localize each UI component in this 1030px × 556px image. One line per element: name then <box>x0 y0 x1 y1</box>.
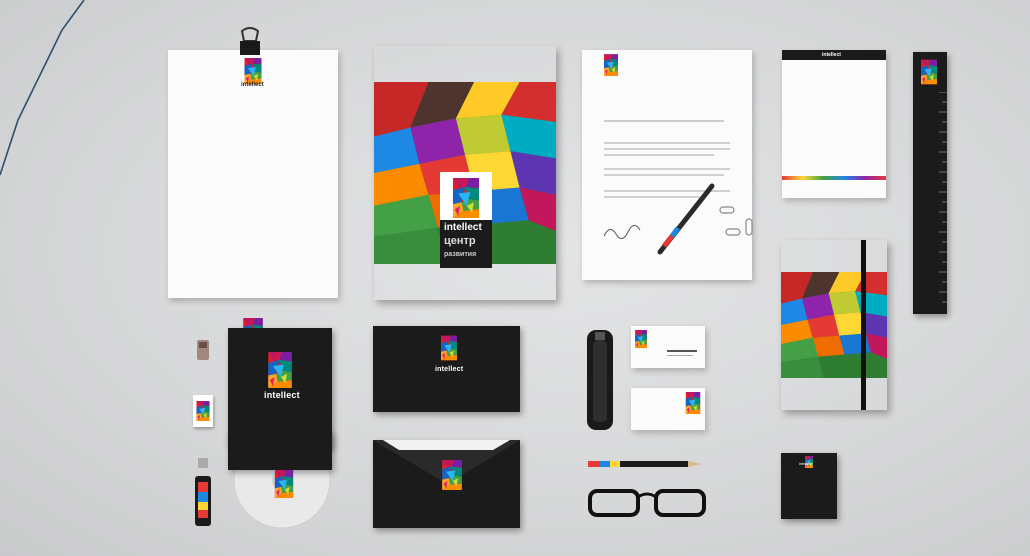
signature-scribble <box>603 225 641 239</box>
cd-label-logo <box>270 470 298 498</box>
sleeve-brand: intellect <box>264 390 300 400</box>
cyrillic-title-1: центр <box>444 235 476 247</box>
box-brand: intellect <box>799 461 813 466</box>
text-line <box>604 174 724 176</box>
binder-clip-icon <box>240 27 260 55</box>
logo-mark <box>441 335 457 361</box>
envelope-front: intellect <box>373 326 520 412</box>
black-square-box: intellect <box>781 453 837 519</box>
paperclip-icon <box>719 206 753 236</box>
business-card-front <box>631 326 705 368</box>
logo-mark <box>685 392 701 414</box>
cyrillic-title-2: развития <box>444 251 477 258</box>
usb-drive-icon <box>195 458 211 526</box>
eraser <box>193 395 213 427</box>
logo-mark-top <box>244 58 262 84</box>
corner-frame-line <box>0 0 85 176</box>
ruler-ticks <box>939 92 947 303</box>
folder-title-block: intellect центр развития <box>440 220 492 268</box>
text-line <box>604 148 730 150</box>
glasses-icon <box>588 489 706 517</box>
notebook <box>781 240 887 410</box>
logo-mark <box>442 460 462 490</box>
card-name-line <box>667 350 697 352</box>
notebook-mosaic-art <box>781 272 887 378</box>
logo-mark <box>274 470 294 498</box>
envelope-brand: intellect <box>435 366 464 373</box>
text-line <box>604 154 714 156</box>
presentation-folder: intellect центр развития <box>374 46 556 300</box>
card-info-line <box>667 355 693 357</box>
pen-icon <box>657 183 715 255</box>
notepad-brand: intellect <box>822 52 841 58</box>
cd-sleeve-back <box>228 430 332 470</box>
pencil-icon <box>588 461 702 467</box>
brand-title: intellect <box>444 222 482 233</box>
business-card-back <box>631 388 705 430</box>
notepad-header: intellect <box>782 50 886 60</box>
sharpener-icon <box>197 340 209 360</box>
logo-mark <box>921 59 937 85</box>
stapler-icon <box>587 330 613 430</box>
logo-mark <box>452 178 480 218</box>
usb-drive-art <box>195 458 211 526</box>
envelope-back <box>373 440 520 528</box>
text-line <box>604 120 724 122</box>
notebook-elastic-band <box>861 240 866 410</box>
logo-mark <box>196 401 210 421</box>
text-line <box>604 142 730 144</box>
logo-mark <box>268 352 292 388</box>
notepad: intellect <box>782 50 886 198</box>
photo-stationery-mockup: intellect intellect центр развития intel… <box>0 0 1030 556</box>
ruler <box>913 52 947 314</box>
text-line <box>604 168 730 170</box>
logo-mark <box>604 54 618 76</box>
notepad-color-stripe <box>782 176 886 180</box>
brand-label: intellect <box>241 82 264 88</box>
blank-sheet: intellect <box>168 50 338 348</box>
logo-mark <box>635 330 647 348</box>
